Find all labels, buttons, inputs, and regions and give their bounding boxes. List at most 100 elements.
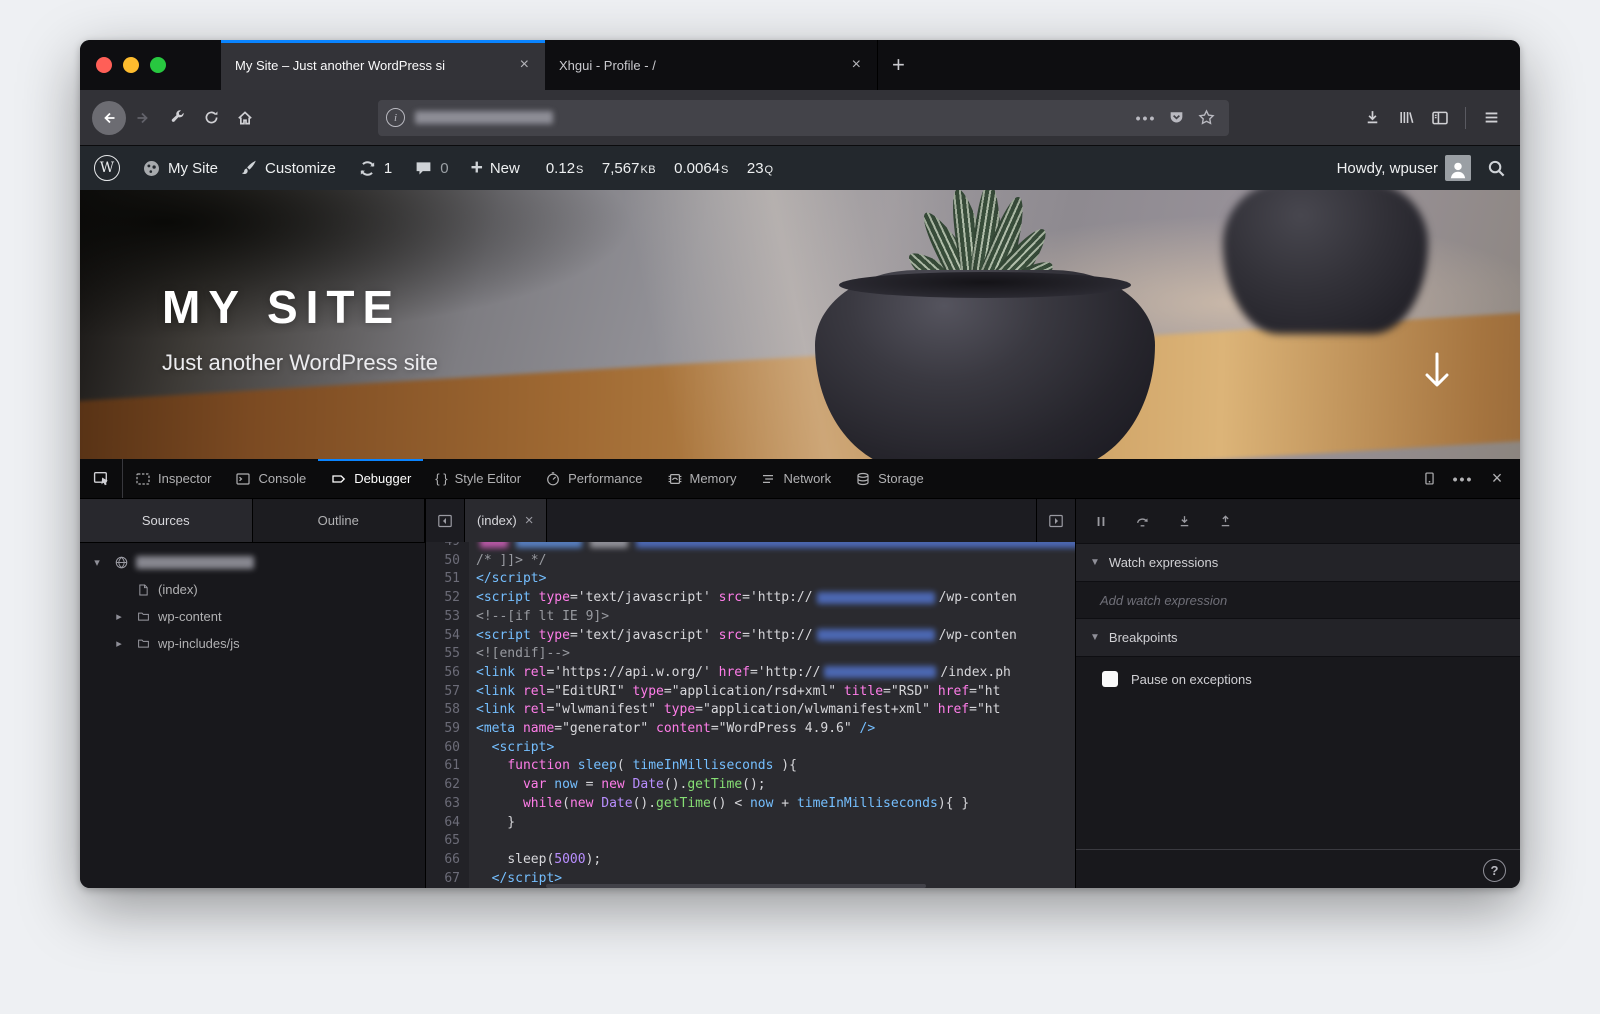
- line-number[interactable]: 63: [426, 794, 469, 814]
- search-icon[interactable]: [1487, 159, 1506, 178]
- devtools-tab-network[interactable]: Network: [748, 459, 843, 498]
- line-number[interactable]: 55: [426, 645, 469, 664]
- account-menu[interactable]: Howdy, wpuser: [1337, 155, 1471, 181]
- address-bar[interactable]: i •••: [378, 99, 1229, 136]
- devtools-menu-icon[interactable]: •••: [1448, 464, 1478, 494]
- step-out-icon: [1221, 514, 1230, 526]
- code-line: 55 <![endif]-->: [426, 645, 1075, 664]
- line-number[interactable]: 50: [426, 551, 469, 571]
- back-button[interactable]: [92, 100, 126, 135]
- developer-tools-button[interactable]: [160, 101, 194, 135]
- devtools-tab-performance[interactable]: Performance: [533, 459, 654, 498]
- browser-tab-my-site[interactable]: My Site – Just another WordPress si ×: [221, 40, 545, 90]
- bookmark-star-icon[interactable]: [1191, 103, 1221, 133]
- comments-menu[interactable]: 0: [414, 159, 449, 178]
- devtools-tab-debugger[interactable]: Debugger: [318, 459, 424, 498]
- devtools-tab-memory[interactable]: Memory: [655, 459, 749, 498]
- line-number[interactable]: 56: [426, 663, 469, 683]
- redacted-code: [816, 591, 935, 604]
- menu-button[interactable]: [1474, 101, 1508, 135]
- line-number[interactable]: 51: [426, 570, 469, 590]
- folder-icon: [134, 637, 152, 650]
- expand-panel-button[interactable]: [1036, 499, 1075, 542]
- line-number[interactable]: 61: [426, 757, 469, 777]
- line-number[interactable]: 64: [426, 813, 469, 833]
- customize-menu[interactable]: Customize: [240, 159, 336, 177]
- reload-button[interactable]: [194, 101, 228, 135]
- tab-outline[interactable]: Outline: [253, 499, 425, 542]
- site-info-icon[interactable]: i: [386, 108, 405, 127]
- tree-item-root[interactable]: ▾: [80, 549, 425, 576]
- responsive-design-mode-button[interactable]: [1414, 464, 1444, 494]
- line-number[interactable]: 54: [426, 626, 469, 646]
- devtools-tab-storage[interactable]: Storage: [843, 459, 936, 498]
- breakpoints-header[interactable]: ▼ Breakpoints: [1076, 619, 1520, 657]
- add-watch-expression-row[interactable]: Add watch expression: [1076, 582, 1520, 619]
- watch-expressions-header[interactable]: ▼ Watch expressions: [1076, 544, 1520, 582]
- line-number[interactable]: 53: [426, 607, 469, 627]
- line-number[interactable]: 52: [426, 589, 469, 608]
- new-content-menu[interactable]: + New: [471, 157, 520, 178]
- pocket-icon[interactable]: [1161, 103, 1191, 133]
- forward-button[interactable]: [126, 101, 160, 135]
- pick-element-button[interactable]: [80, 459, 123, 498]
- tab-close-icon[interactable]: ×: [514, 54, 535, 76]
- query-monitor-stats[interactable]: 0.12s 7,567kb 0.0064s 23q: [546, 160, 774, 177]
- browser-tab-xhgui[interactable]: Xhgui - Profile - / ×: [545, 40, 878, 90]
- collapse-sidebar-button[interactable]: [426, 499, 465, 542]
- sidebar-toggle-button[interactable]: [1423, 101, 1457, 135]
- expander-closed-icon[interactable]: ▸: [110, 637, 128, 650]
- pause-on-exceptions-checkbox[interactable]: [1102, 671, 1118, 687]
- line-number[interactable]: 59: [426, 720, 469, 739]
- devtools-tab-inspector[interactable]: Inspector: [123, 459, 223, 498]
- tab-close-icon[interactable]: ×: [846, 54, 867, 76]
- zoom-window-button[interactable]: [150, 57, 166, 73]
- redacted-site-name: [136, 556, 254, 569]
- redacted-code: [824, 666, 937, 679]
- tree-item--index-[interactable]: (index): [80, 576, 425, 603]
- source-tab-index[interactable]: (index) ×: [465, 499, 547, 542]
- pause-button[interactable]: [1094, 514, 1108, 529]
- step-out-button[interactable]: [1218, 514, 1233, 529]
- debugger-right-panel: ▼ Watch expressions Add watch expression…: [1075, 499, 1520, 888]
- step-in-button[interactable]: [1177, 514, 1192, 529]
- pick-element-icon: [93, 471, 108, 486]
- tree-item-wp-includes-js[interactable]: ▸ wp-includes/js: [80, 630, 425, 657]
- expander-open-icon[interactable]: ▾: [88, 556, 106, 569]
- line-number[interactable]: 49: [426, 542, 469, 552]
- code-line: 59 <meta name="generator" content="WordPr…: [426, 720, 1075, 739]
- code-viewport[interactable]: 4950/* ]]> */51</script>52<script type='…: [426, 542, 1075, 888]
- help-icon[interactable]: ?: [1483, 858, 1506, 882]
- new-label: New: [489, 159, 520, 177]
- line-number[interactable]: 60: [426, 738, 469, 758]
- expander-closed-icon[interactable]: ▸: [110, 610, 128, 623]
- line-number[interactable]: 65: [426, 832, 469, 851]
- close-devtools-icon[interactable]: ×: [1482, 464, 1512, 494]
- step-over-button[interactable]: [1134, 514, 1151, 529]
- minimize-window-button[interactable]: [123, 57, 139, 73]
- scroll-down-arrow-icon[interactable]: [1422, 350, 1452, 392]
- line-number[interactable]: 57: [426, 682, 469, 702]
- new-tab-button[interactable]: +: [878, 40, 919, 90]
- page-actions-icon[interactable]: •••: [1131, 103, 1161, 133]
- devtools-tab-style-editor[interactable]: { } Style Editor: [423, 459, 533, 498]
- tab-sources[interactable]: Sources: [80, 499, 253, 542]
- line-number[interactable]: 66: [426, 850, 469, 870]
- library-button[interactable]: [1389, 101, 1423, 135]
- line-number[interactable]: 62: [426, 776, 469, 795]
- close-source-tab-icon[interactable]: ×: [525, 512, 534, 529]
- my-site-menu[interactable]: My Site: [142, 159, 218, 178]
- tree-item-wp-content[interactable]: ▸ wp-content: [80, 603, 425, 630]
- home-button[interactable]: [228, 101, 262, 135]
- devtools-tab-console[interactable]: Console: [223, 459, 318, 498]
- line-number[interactable]: 67: [426, 869, 469, 888]
- tab-title: My Site – Just another WordPress si: [235, 57, 446, 73]
- wrench-icon: [171, 110, 184, 122]
- wp-logo-menu[interactable]: W: [94, 155, 120, 181]
- line-number[interactable]: 58: [426, 701, 469, 721]
- pause-on-exceptions-row[interactable]: Pause on exceptions: [1076, 657, 1520, 701]
- updates-menu[interactable]: 1: [358, 159, 392, 178]
- downloads-button[interactable]: [1355, 101, 1389, 135]
- close-window-button[interactable]: [96, 57, 112, 73]
- horizontal-scrollbar[interactable]: [546, 884, 926, 888]
